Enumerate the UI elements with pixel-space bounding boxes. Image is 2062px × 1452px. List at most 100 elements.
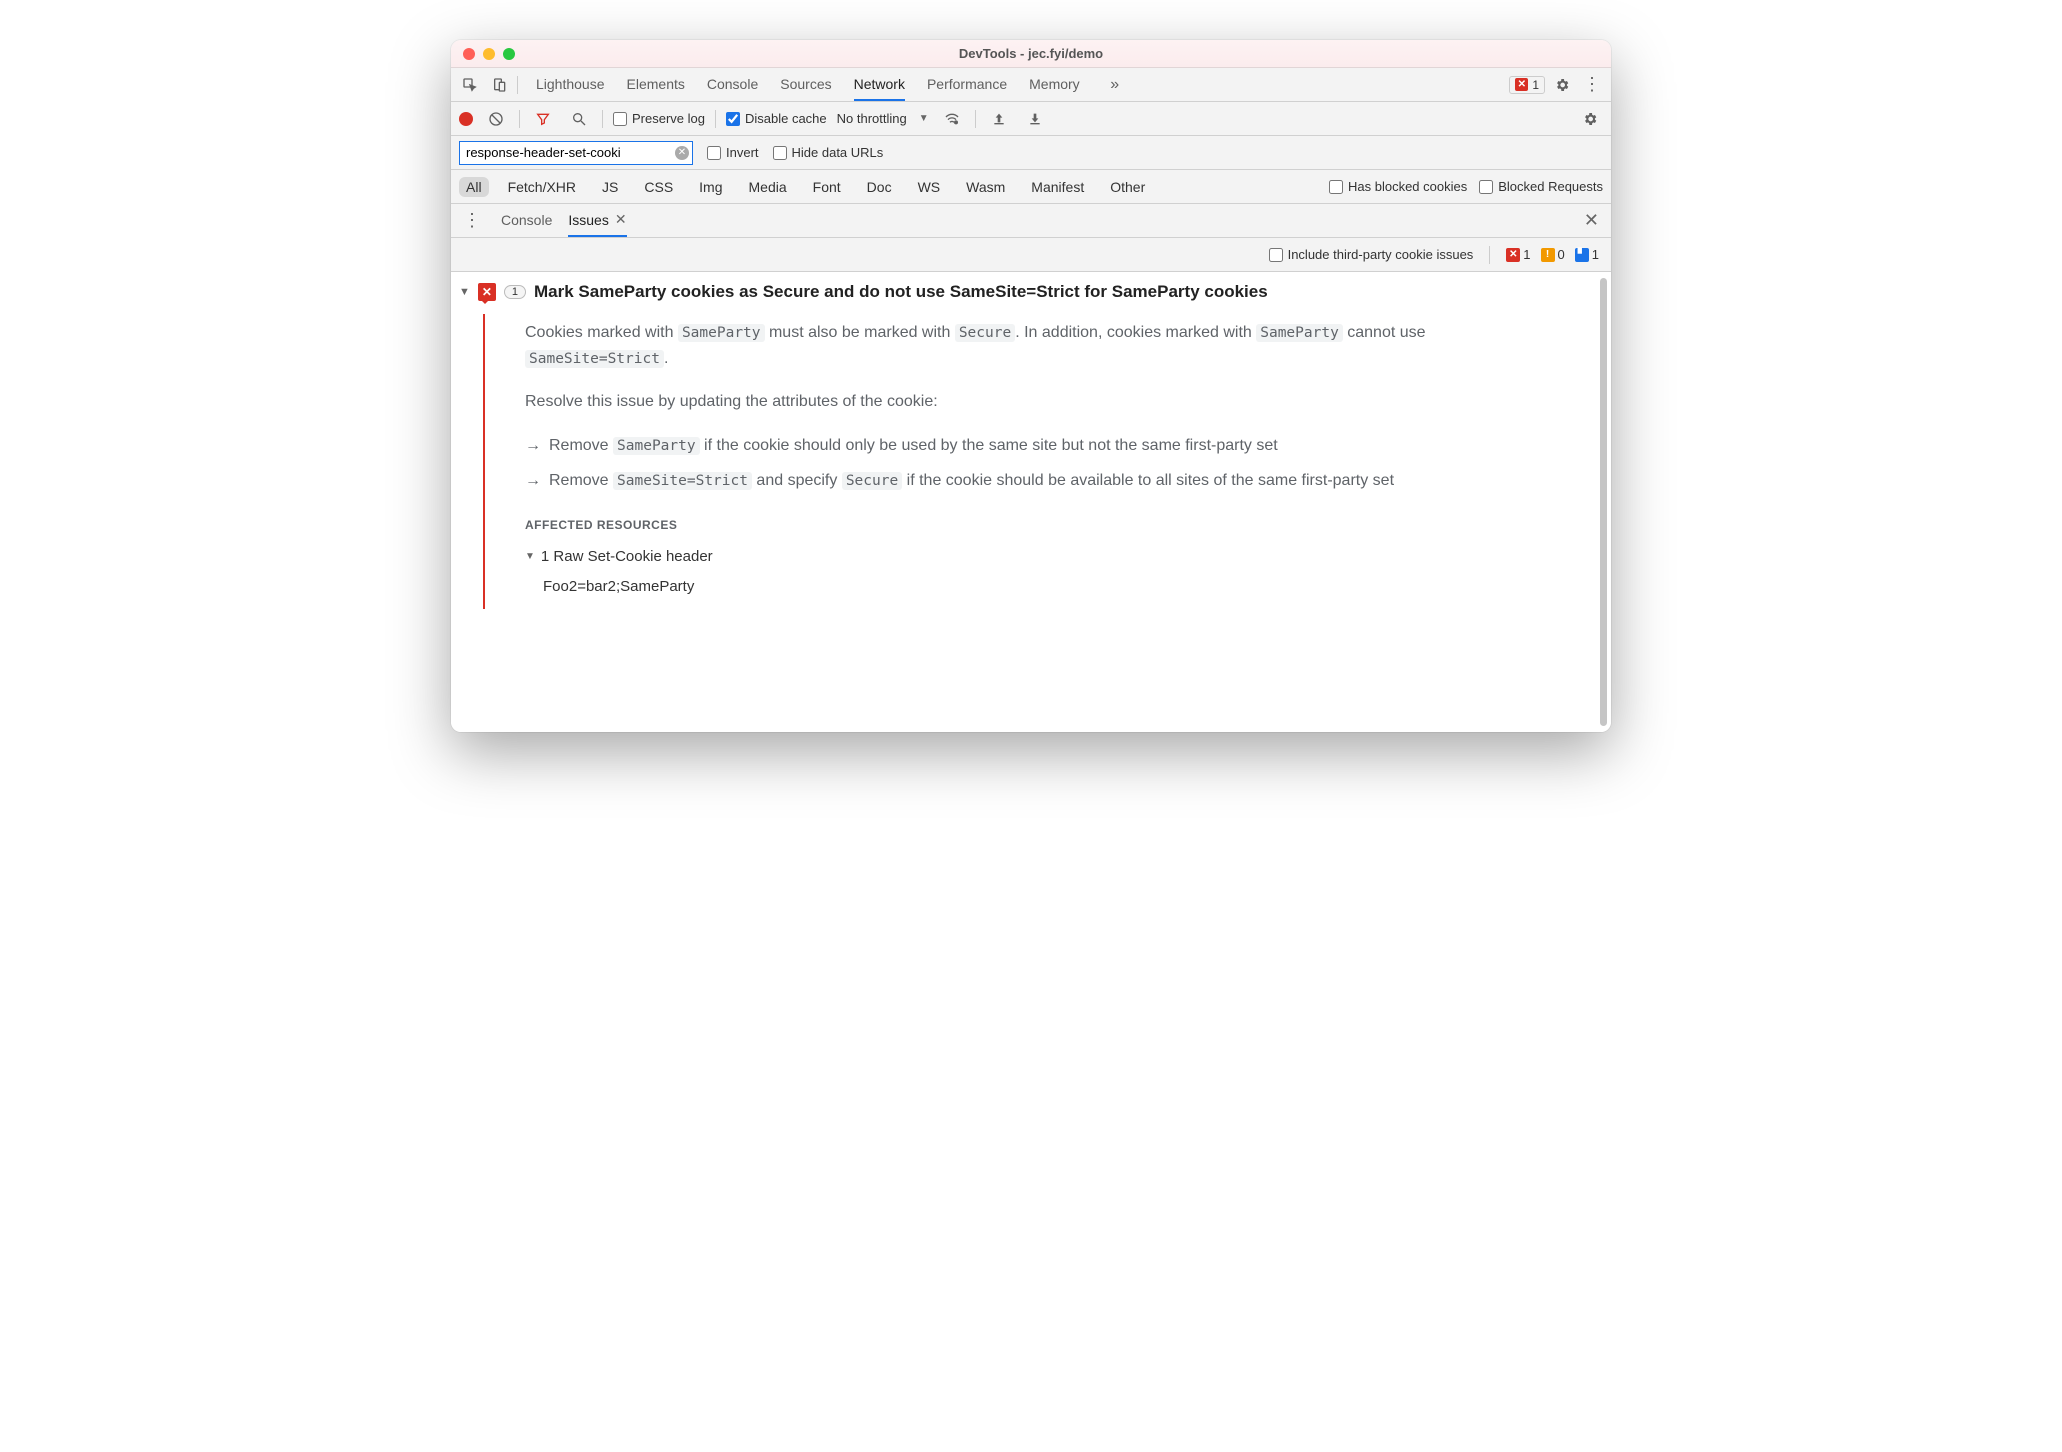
- issue-bullet-1: → Remove SameParty if the cookie should …: [525, 433, 1561, 459]
- arrow-icon: →: [525, 468, 541, 494]
- error-count-badge[interactable]: ✕ 1: [1509, 76, 1545, 94]
- type-font[interactable]: Font: [806, 177, 848, 197]
- throttling-select[interactable]: No throttling ▼: [837, 111, 929, 126]
- tab-sources[interactable]: Sources: [780, 68, 831, 101]
- warning-icon: !: [1541, 248, 1555, 262]
- filter-bar: ✕ Invert Hide data URLs: [451, 136, 1611, 170]
- type-media[interactable]: Media: [742, 177, 794, 197]
- drawer-tab-issues[interactable]: Issues ✕: [568, 204, 626, 237]
- kebab-menu-icon[interactable]: ⋮: [1579, 72, 1605, 98]
- error-count: 1: [1532, 78, 1539, 92]
- type-img[interactable]: Img: [692, 177, 729, 197]
- hide-data-urls-input[interactable]: [773, 146, 787, 160]
- info-count-value: 1: [1592, 247, 1599, 262]
- include-third-party-checkbox[interactable]: Include third-party cookie issues: [1269, 247, 1474, 262]
- raw-header-toggle[interactable]: ▼ 1 Raw Set-Cookie header: [525, 545, 1561, 569]
- preserve-log-checkbox[interactable]: Preserve log: [613, 111, 705, 126]
- has-blocked-cookies-checkbox[interactable]: Has blocked cookies: [1329, 179, 1467, 194]
- drawer-tab-console[interactable]: Console: [501, 204, 552, 237]
- drawer-kebab-icon[interactable]: ⋮: [459, 208, 485, 234]
- disable-cache-checkbox[interactable]: Disable cache: [726, 111, 827, 126]
- tab-performance[interactable]: Performance: [927, 68, 1007, 101]
- error-issues-count[interactable]: ✕ 1: [1506, 247, 1530, 262]
- issue-title: Mark SameParty cookies as Secure and do …: [534, 282, 1268, 302]
- network-settings-gear-icon[interactable]: [1577, 106, 1603, 132]
- preserve-log-input[interactable]: [613, 112, 627, 126]
- error-icon: ✕: [1515, 78, 1528, 91]
- search-icon[interactable]: [566, 106, 592, 132]
- issues-toolbar: Include third-party cookie issues ✕ 1 ! …: [451, 238, 1611, 272]
- tab-elements[interactable]: Elements: [627, 68, 685, 101]
- raw-header-value: Foo2=bar2;SameParty: [543, 575, 1561, 599]
- divider: [975, 110, 976, 128]
- issue-description-1: Cookies marked with SameParty must also …: [525, 320, 1561, 371]
- disable-cache-input[interactable]: [726, 112, 740, 126]
- filter-input[interactable]: [460, 145, 692, 160]
- warning-count-value: 0: [1558, 247, 1565, 262]
- network-conditions-icon[interactable]: [939, 106, 965, 132]
- include-third-party-input[interactable]: [1269, 248, 1283, 262]
- tab-lighthouse[interactable]: Lighthouse: [536, 68, 605, 101]
- include-third-party-label: Include third-party cookie issues: [1288, 247, 1474, 262]
- issue-description-2: Resolve this issue by updating the attri…: [525, 389, 1561, 415]
- type-doc[interactable]: Doc: [860, 177, 899, 197]
- clear-icon[interactable]: [483, 106, 509, 132]
- main-tabs: Lighthouse Elements Console Sources Netw…: [536, 68, 1505, 101]
- blocked-requests-label: Blocked Requests: [1498, 179, 1603, 194]
- invert-checkbox[interactable]: Invert: [707, 145, 759, 160]
- tab-console[interactable]: Console: [707, 68, 758, 101]
- issue-bullet-2: → Remove SameSite=Strict and specify Sec…: [525, 468, 1561, 494]
- main-toolbar: Lighthouse Elements Console Sources Netw…: [451, 68, 1611, 102]
- more-tabs-icon[interactable]: »: [1102, 72, 1128, 98]
- close-drawer-icon[interactable]: ✕: [1580, 210, 1603, 231]
- titlebar: DevTools - jec.fyi/demo: [451, 40, 1611, 68]
- filter-input-wrap[interactable]: ✕: [459, 141, 693, 165]
- type-manifest[interactable]: Manifest: [1024, 177, 1091, 197]
- warning-issues-count[interactable]: ! 0: [1541, 247, 1565, 262]
- settings-gear-icon[interactable]: [1549, 72, 1575, 98]
- close-tab-icon[interactable]: ✕: [615, 211, 627, 228]
- affected-resources-heading: Affected Resources: [525, 516, 1561, 535]
- info-issues-count[interactable]: ▘ 1: [1575, 247, 1599, 262]
- clear-input-icon[interactable]: ✕: [675, 146, 689, 160]
- type-fetch-xhr[interactable]: Fetch/XHR: [501, 177, 583, 197]
- blocked-requests-checkbox[interactable]: Blocked Requests: [1479, 179, 1603, 194]
- tab-network[interactable]: Network: [854, 68, 905, 101]
- issue-content: Cookies marked with SameParty must also …: [483, 314, 1591, 609]
- divider: [1489, 246, 1490, 264]
- issue-count-pill: 1: [504, 285, 526, 299]
- network-toolbar: Preserve log Disable cache No throttling…: [451, 102, 1611, 136]
- type-other[interactable]: Other: [1103, 177, 1152, 197]
- error-count-value: 1: [1523, 247, 1530, 262]
- blocked-requests-input[interactable]: [1479, 180, 1493, 194]
- issues-panel: ▼ ✕ 1 Mark SameParty cookies as Secure a…: [451, 272, 1611, 732]
- disable-cache-label: Disable cache: [745, 111, 827, 126]
- raw-header-label: 1 Raw Set-Cookie header: [541, 545, 713, 569]
- type-ws[interactable]: WS: [911, 177, 948, 197]
- device-toolbar-icon[interactable]: [487, 72, 513, 98]
- expand-triangle-icon[interactable]: ▼: [459, 286, 470, 298]
- type-all[interactable]: All: [459, 177, 489, 197]
- arrow-icon: →: [525, 433, 541, 459]
- filter-funnel-icon[interactable]: [530, 106, 556, 132]
- hide-data-urls-checkbox[interactable]: Hide data URLs: [773, 145, 884, 160]
- invert-input[interactable]: [707, 146, 721, 160]
- tab-memory[interactable]: Memory: [1029, 68, 1080, 101]
- type-wasm[interactable]: Wasm: [959, 177, 1012, 197]
- divider: [715, 110, 716, 128]
- has-blocked-cookies-input[interactable]: [1329, 180, 1343, 194]
- drawer-toolbar: ⋮ Console Issues ✕ ✕: [451, 204, 1611, 238]
- expand-triangle-icon: ▼: [525, 549, 535, 565]
- record-button[interactable]: [459, 112, 473, 126]
- issue-header[interactable]: ▼ ✕ 1 Mark SameParty cookies as Secure a…: [459, 282, 1591, 302]
- throttling-value: No throttling: [837, 111, 907, 126]
- upload-har-icon[interactable]: [986, 106, 1012, 132]
- preserve-log-label: Preserve log: [632, 111, 705, 126]
- download-har-icon[interactable]: [1022, 106, 1048, 132]
- type-js[interactable]: JS: [595, 177, 625, 197]
- type-css[interactable]: CSS: [637, 177, 680, 197]
- inspect-element-icon[interactable]: [457, 72, 483, 98]
- has-blocked-cookies-label: Has blocked cookies: [1348, 179, 1467, 194]
- info-icon: ▘: [1575, 248, 1589, 262]
- divider: [602, 110, 603, 128]
